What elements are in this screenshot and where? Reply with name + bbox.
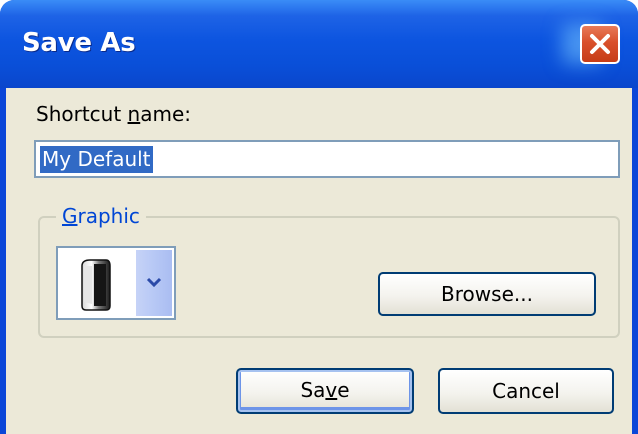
dialog-body: Shortcut name: My Default Graphic Browse… [6,88,632,434]
graphic-group-label: Graphic [56,204,146,228]
chevron-down-icon [146,277,162,288]
shortcut-name-value: My Default [40,146,153,173]
window-title: Save As [22,28,136,58]
graphic-icon-dropdown[interactable] [56,246,176,320]
shortcut-graphic-icon [81,259,111,311]
dropdown-arrow-button[interactable] [136,250,172,316]
title-bar[interactable]: Save As [0,0,638,88]
shortcut-name-input[interactable]: My Default [34,140,620,178]
close-button[interactable] [580,24,620,64]
close-icon [590,34,610,54]
shortcut-name-label: Shortcut name: [36,102,192,126]
save-button[interactable]: Save [236,368,414,414]
save-as-dialog: Save As Shortcut name: My Default Graphi… [0,0,638,434]
cancel-button[interactable]: Cancel [438,368,614,414]
browse-button[interactable]: Browse... [378,272,596,316]
